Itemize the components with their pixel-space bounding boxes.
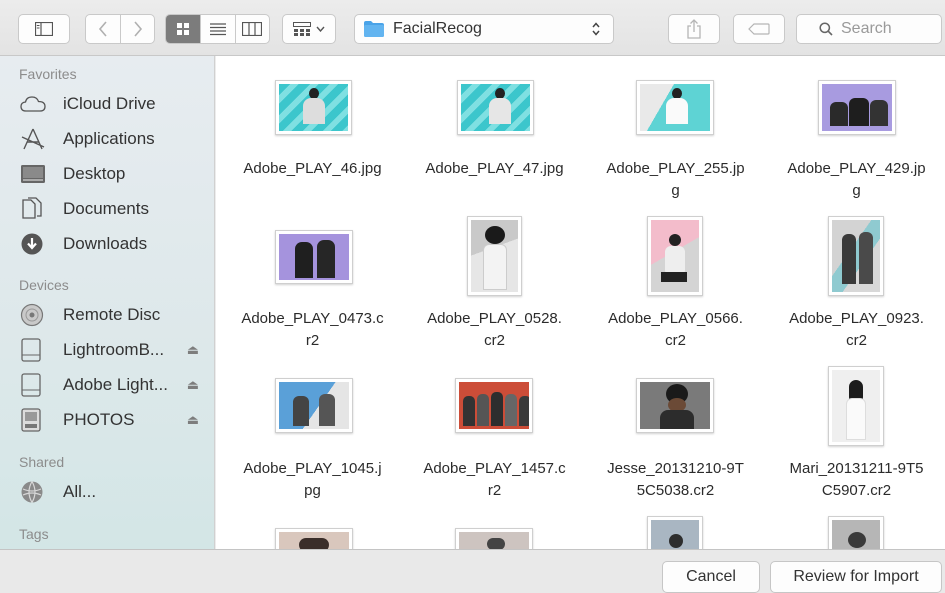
group-by-button[interactable] (282, 14, 336, 44)
file-name: Mari_20131211-9T5 C5907.cr2 (789, 460, 924, 499)
toolbar: FacialRecog Search (0, 0, 945, 56)
file-grid: Adobe_PLAY_46.jpg Adobe_PLAY_47.jpg Adob… (216, 56, 945, 549)
sidebar-item-desktop[interactable]: Desktop (20, 159, 205, 189)
chevron-down-icon (316, 26, 325, 32)
sidebar-item-label: Desktop (63, 164, 126, 183)
file-name: Adobe_PLAY_255.jp g (606, 160, 745, 199)
sidebar-item-photos[interactable]: PHOTOS ⏏ (20, 405, 205, 435)
sidebar-item-label: Remote Disc (63, 305, 161, 324)
sidebar-item-label: Adobe Light... (63, 375, 168, 394)
forward-button[interactable] (120, 15, 154, 43)
file-thumbnail (828, 516, 884, 549)
sidebar-item-label: iCloud Drive (63, 94, 156, 113)
icon-grid-icon (177, 23, 190, 35)
file-name: Jesse_20131210-9T 5C5038.cr2 (607, 460, 744, 499)
sidebar-item-label: PHOTOS (63, 410, 135, 429)
file-thumbnail (647, 216, 703, 296)
back-button[interactable] (86, 15, 120, 43)
share-button[interactable] (668, 14, 720, 44)
view-mode-control (165, 14, 270, 44)
sdcard-icon (20, 407, 50, 433)
favorites-header: Favorites (19, 66, 77, 82)
devices-header: Devices (19, 277, 69, 293)
navigation-buttons (85, 14, 155, 44)
tags-header: Tags (19, 526, 49, 542)
file-thumbnail (275, 378, 353, 433)
list-icon (210, 23, 226, 36)
file-name: Adobe_PLAY_0566. cr2 (608, 310, 743, 349)
file-name: Adobe_PLAY_47.jpg (425, 160, 564, 177)
desktop-icon (20, 161, 50, 187)
sidebar-item-icloud-drive[interactable]: iCloud Drive (20, 89, 205, 119)
sidebar-item-documents[interactable]: Documents (20, 194, 205, 224)
search-placeholder: Search (841, 20, 892, 37)
file-name: Adobe_PLAY_0923. cr2 (789, 310, 924, 349)
documents-icon (20, 196, 50, 222)
sidebar-item-lightroomb[interactable]: LightroomB... ⏏ (20, 335, 205, 365)
file-thumbnail (455, 528, 533, 549)
applications-icon (20, 126, 50, 152)
file-name: Adobe_PLAY_0473.c r2 (241, 310, 384, 349)
file-thumbnail (467, 216, 522, 296)
network-icon (20, 479, 50, 505)
path-dropdown[interactable]: FacialRecog (354, 14, 614, 44)
column-view-button[interactable] (234, 15, 269, 43)
updown-chevron-icon (592, 22, 600, 36)
sidebar-item-downloads[interactable]: Downloads (20, 229, 205, 259)
file-thumbnail (636, 378, 714, 433)
search-field[interactable]: Search (796, 14, 942, 44)
disc-icon (20, 302, 50, 328)
drive-icon (20, 337, 50, 363)
sidebar-icon (35, 22, 53, 36)
file-thumbnail (818, 80, 896, 135)
file-name: Adobe_PLAY_429.jp g (787, 160, 926, 199)
file-thumbnail (275, 528, 353, 549)
sidebar-item-label: All... (63, 482, 97, 501)
path-folder-name: FacialRecog (393, 20, 482, 37)
eject-icon[interactable]: ⏏ (187, 342, 199, 358)
file-name: Adobe_PLAY_1045.j pg (243, 460, 382, 499)
chevron-left-icon (99, 21, 107, 37)
sidebar-toggle-button[interactable] (18, 14, 70, 44)
file-thumbnail (828, 216, 884, 296)
group-icon (293, 22, 311, 36)
columns-icon (242, 22, 263, 36)
file-thumbnail (455, 378, 533, 433)
file-thumbnail (636, 80, 714, 135)
downloads-icon (20, 231, 50, 257)
file-thumbnail (275, 230, 353, 284)
shared-header: Shared (19, 454, 65, 470)
drive-icon (20, 372, 50, 398)
sidebar-item-applications[interactable]: Applications (20, 124, 205, 154)
chevron-right-icon (134, 21, 142, 37)
file-thumbnail (647, 516, 703, 549)
eject-icon[interactable]: ⏏ (187, 377, 199, 393)
icon-view-button[interactable] (166, 15, 201, 43)
file-thumbnail (828, 366, 884, 446)
sidebar-item-remote-disc[interactable]: Remote Disc (20, 300, 205, 330)
file-name: Adobe_PLAY_0528. cr2 (427, 310, 562, 349)
search-icon (819, 22, 833, 36)
tag-icon (748, 23, 770, 35)
file-thumbnail (275, 80, 352, 135)
file-thumbnail (457, 80, 534, 135)
cancel-button[interactable]: Cancel (662, 561, 760, 593)
list-view-button[interactable] (200, 15, 234, 43)
bottom-bar: Cancel Review for Import (0, 549, 945, 593)
share-icon (687, 19, 701, 39)
file-name: Adobe_PLAY_1457.c r2 (423, 460, 566, 499)
sidebar-item-label: Downloads (63, 234, 148, 253)
file-name: Adobe_PLAY_46.jpg (243, 160, 382, 177)
sidebar-item-all-shared[interactable]: All... (20, 477, 205, 507)
sidebar-item-label: LightroomB... (63, 340, 165, 359)
eject-icon[interactable]: ⏏ (187, 412, 199, 428)
cloud-icon (20, 91, 50, 117)
sidebar-item-label: Applications (63, 129, 155, 148)
sidebar-item-label: Documents (63, 199, 149, 218)
review-for-import-button[interactable]: Review for Import (770, 561, 942, 593)
sidebar-item-adobe-light[interactable]: Adobe Light... ⏏ (20, 370, 205, 400)
folder-icon (364, 21, 384, 37)
tag-button[interactable] (733, 14, 785, 44)
sidebar: Favorites iCloud Drive Applications Desk… (0, 56, 215, 549)
